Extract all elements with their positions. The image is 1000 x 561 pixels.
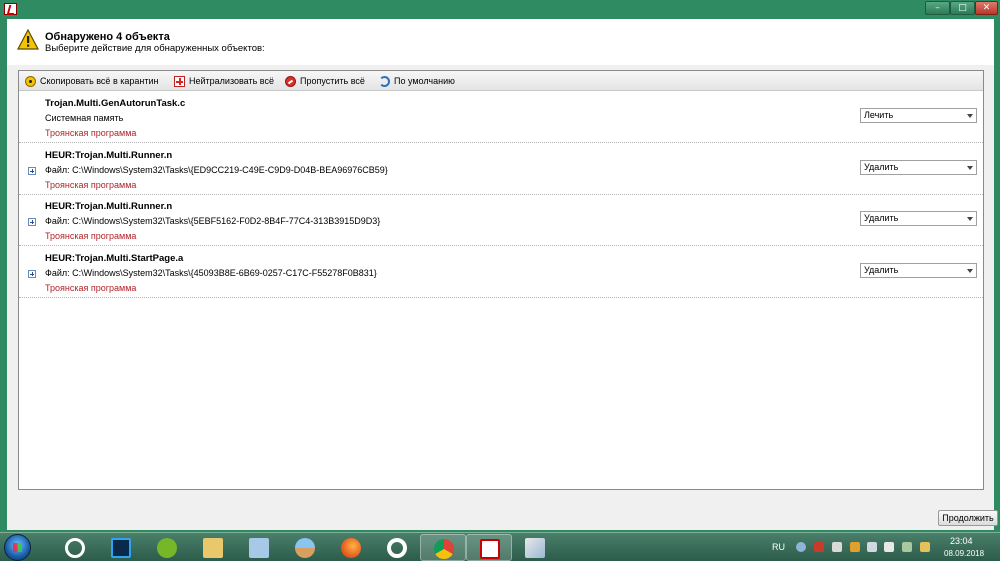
notifications-icon[interactable] (920, 542, 930, 552)
expand-icon[interactable] (28, 167, 36, 175)
chevron-down-icon (967, 114, 973, 118)
taskbar-app-opera-gx[interactable] (52, 534, 98, 561)
threat-location: Файл: C:\Windows\System32\Tasks\{5EBF516… (45, 216, 381, 226)
threat-name: HEUR:Trojan.Multi.Runner.n (45, 201, 173, 212)
action-select[interactable]: Удалить (860, 263, 977, 278)
clock-date[interactable]: 08.09.2018 (944, 549, 984, 558)
chevron-down-icon (967, 269, 973, 273)
tray-app-icon[interactable] (796, 542, 806, 552)
action-select[interactable]: Удалить (860, 211, 977, 226)
kaspersky-app-icon (4, 3, 17, 15)
threat-location: Файл: C:\Windows\System32\Tasks\{45093B8… (45, 268, 377, 278)
chevron-down-icon (967, 166, 973, 170)
dialog-body: Обнаружено 4 объекта Выберите действие д… (7, 19, 998, 530)
threat-type: Троянская программа (45, 231, 137, 241)
firefox-icon (341, 538, 361, 558)
block-icon (285, 75, 296, 87)
language-indicator[interactable]: RU (772, 542, 785, 552)
taskbar-app-file-explorer[interactable] (190, 534, 236, 561)
quarantine-all-button[interactable]: Скопировать всё в карантин (25, 74, 158, 88)
expand-icon[interactable] (28, 218, 36, 226)
minimize-button[interactable]: – (925, 1, 950, 15)
skip-all-label: Пропустить всё (300, 76, 365, 86)
app-window: – □ ✕ Обнаружено 4 объекта Выберите дейс… (0, 0, 1000, 532)
threat-type: Троянская программа (45, 283, 137, 293)
kaspersky-icon (480, 539, 500, 559)
tray-kaspersky-icon[interactable] (814, 542, 824, 552)
taskbar-app-weather[interactable] (282, 534, 328, 561)
taskbar-app-notes[interactable] (236, 534, 282, 561)
actions-toolbar: Скопировать всё в карантин Нейтрализоват… (19, 71, 983, 91)
taskbar-app-kaspersky[interactable] (466, 534, 512, 561)
radiation-icon (25, 75, 36, 87)
opera-gx-icon (65, 538, 85, 558)
page-subtitle: Выберите действие для обнаруженных объек… (45, 43, 265, 54)
photoshop-icon (111, 538, 131, 558)
start-button[interactable] (4, 534, 31, 561)
notes-icon (249, 538, 269, 558)
chrome-icon (434, 539, 454, 559)
file-explorer-icon (203, 538, 223, 558)
threat-name: HEUR:Trojan.Multi.StartPage.a (45, 253, 184, 264)
threat-row: HEUR:Trojan.Multi.StartPage.a Файл: C:\W… (19, 247, 983, 298)
utorrent-icon (157, 538, 177, 558)
maximize-button[interactable]: □ (950, 1, 975, 15)
action-select[interactable]: Лечить (860, 108, 977, 123)
taskbar-app-chrome[interactable] (420, 534, 466, 561)
neutralize-all-label: Нейтрализовать всё (189, 76, 274, 86)
taskbar: RU 23:04 08.09.2018 (0, 532, 1000, 561)
paint-icon (525, 538, 545, 558)
action-select-value: Лечить (864, 110, 894, 120)
volume-icon[interactable] (867, 542, 877, 552)
action-select-value: Удалить (864, 162, 899, 172)
skip-all-button[interactable]: Пропустить всё (285, 74, 365, 88)
taskbar-app-firefox[interactable] (328, 534, 374, 561)
warning-icon (17, 29, 39, 50)
threat-type: Троянская программа (45, 180, 137, 190)
network-icon[interactable] (884, 542, 894, 552)
dialog-header: Обнаружено 4 объекта Выберите действие д… (7, 19, 994, 65)
opera-icon (387, 538, 407, 558)
medical-cross-icon (174, 75, 185, 87)
taskbar-app-utorrent[interactable] (144, 534, 190, 561)
neutralize-all-button[interactable]: Нейтрализовать всё (174, 74, 274, 88)
threat-row: HEUR:Trojan.Multi.Runner.n Файл: C:\Wind… (19, 195, 983, 246)
action-select-value: Удалить (864, 265, 899, 275)
taskbar-app-paint[interactable] (512, 534, 558, 561)
threat-location: Файл: C:\Windows\System32\Tasks\{ED9CC21… (45, 165, 388, 175)
threat-type: Троянская программа (45, 128, 137, 138)
taskbar-app-opera[interactable] (374, 534, 420, 561)
continue-button[interactable]: Продолжить (938, 510, 998, 526)
close-button[interactable]: ✕ (975, 1, 998, 15)
tray-update-icon[interactable] (850, 542, 860, 552)
threats-panel: Скопировать всё в карантин Нейтрализоват… (18, 70, 984, 490)
tray-security-icon[interactable] (902, 542, 912, 552)
undo-icon (379, 75, 390, 87)
page-title: Обнаружено 4 объекта (45, 31, 170, 43)
taskbar-app-photoshop[interactable] (98, 534, 144, 561)
threat-name: HEUR:Trojan.Multi.Runner.n (45, 150, 173, 161)
clock-time[interactable]: 23:04 (950, 536, 973, 546)
threat-row: HEUR:Trojan.Multi.Runner.n Файл: C:\Wind… (19, 144, 983, 195)
tray-generic-icon[interactable] (832, 542, 842, 552)
expand-icon[interactable] (28, 270, 36, 278)
weather-icon (295, 538, 315, 558)
quarantine-all-label: Скопировать всё в карантин (40, 76, 159, 86)
threat-name: Trojan.Multi.GenAutorunTask.c (45, 98, 186, 109)
chevron-down-icon (967, 217, 973, 221)
action-select[interactable]: Удалить (860, 160, 977, 175)
default-label: По умолчанию (394, 76, 455, 86)
action-select-value: Удалить (864, 213, 899, 223)
threat-row: Trojan.Multi.GenAutorunTask.c Системная … (19, 92, 983, 143)
threat-location: Системная память (45, 113, 124, 123)
default-button[interactable]: По умолчанию (379, 74, 455, 88)
title-bar[interactable]: – □ ✕ (0, 0, 1000, 18)
